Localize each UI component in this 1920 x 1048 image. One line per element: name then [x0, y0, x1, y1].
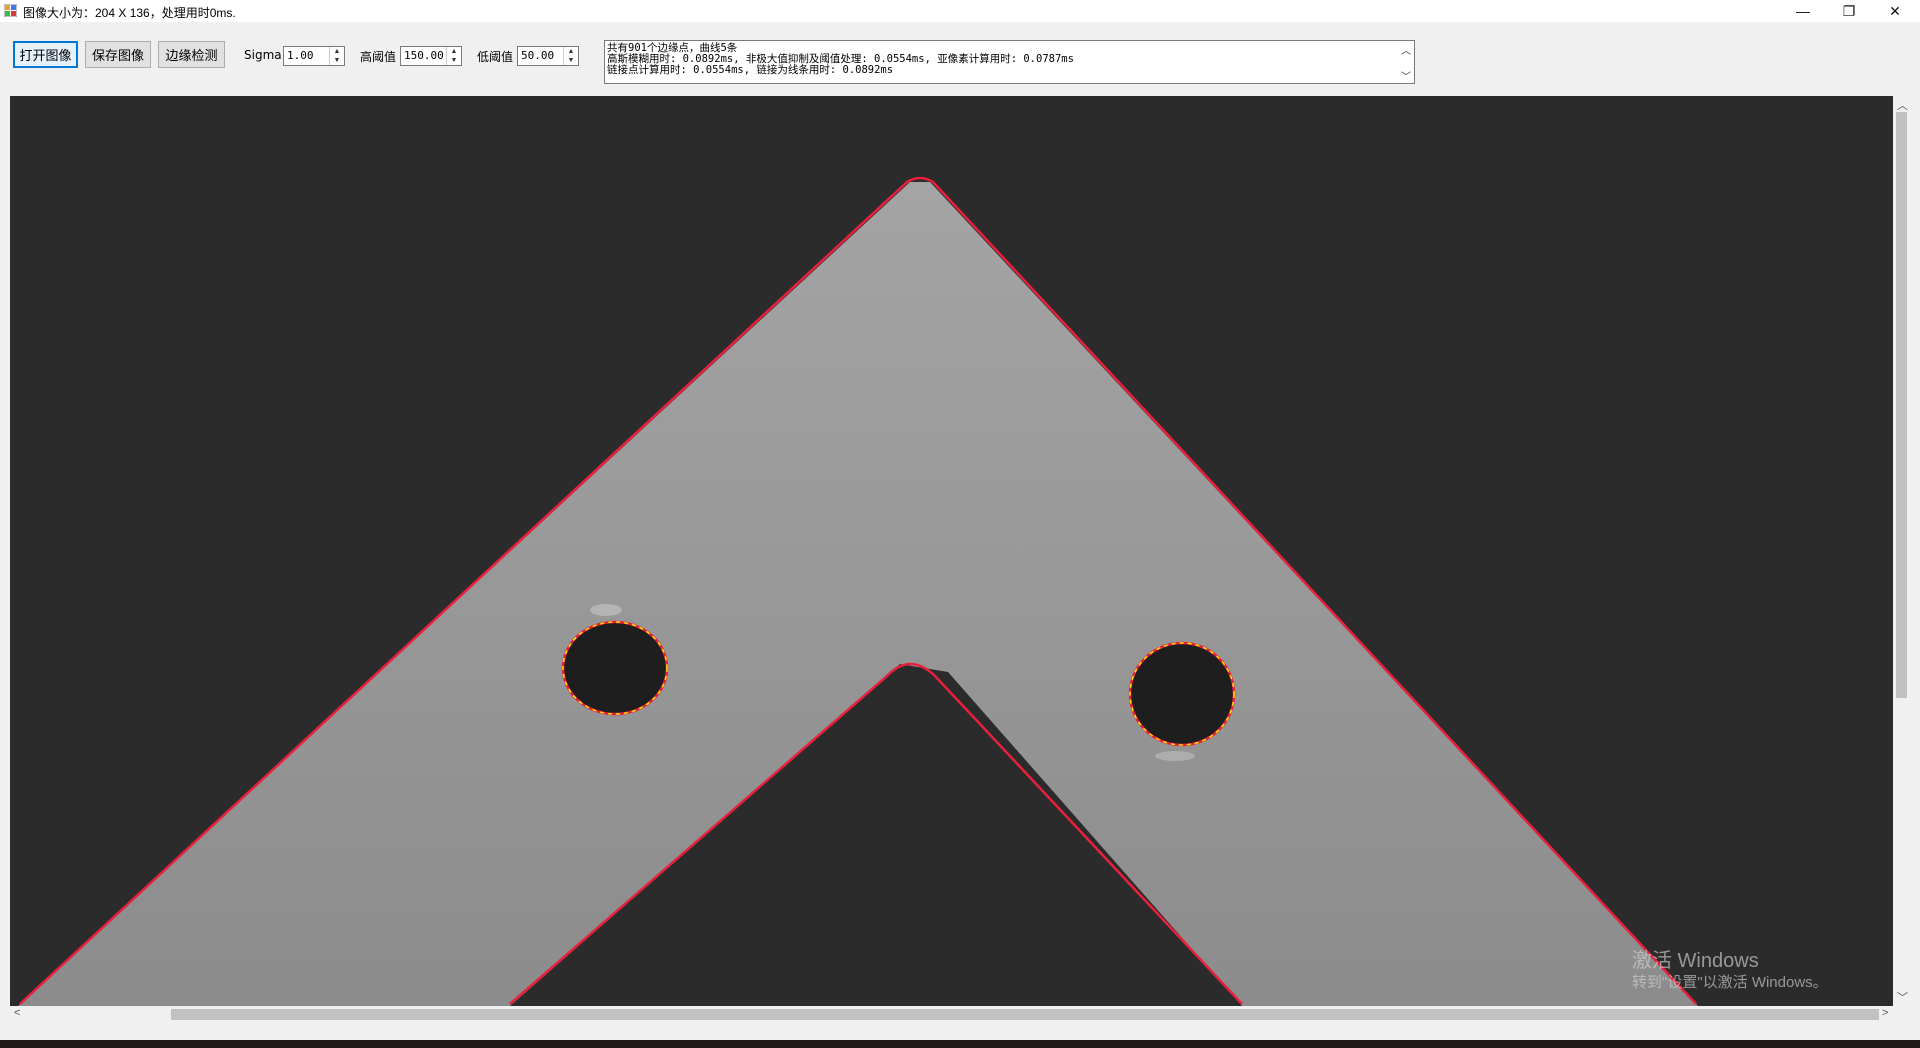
- high-threshold-value: 150.00: [404, 49, 444, 62]
- save-image-button[interactable]: 保存图像: [85, 41, 151, 68]
- high-threshold-stepper-arrows[interactable]: ▲ ▼: [446, 47, 461, 65]
- image-canvas[interactable]: [10, 96, 1893, 1006]
- scroll-right-icon[interactable]: >: [1882, 1007, 1888, 1019]
- vertical-scroll-thumb[interactable]: [1896, 112, 1907, 698]
- scroll-up-icon[interactable]: ︿: [1897, 97, 1908, 113]
- title-bar: 图像大小为：204 X 136，处理用时0ms. — ❐ ✕: [0, 0, 1920, 22]
- restore-icon: ❐: [1842, 2, 1856, 19]
- sigma-stepper[interactable]: 1.00 ▲ ▼: [283, 46, 345, 66]
- activation-watermark-subtitle: 转到"设置"以激活 Windows。: [1632, 974, 1828, 991]
- highlight: [590, 604, 622, 616]
- sigma-value: 1.00: [287, 49, 314, 62]
- down-arrow-icon[interactable]: ▼: [564, 56, 578, 65]
- horizontal-scroll-thumb[interactable]: [171, 1009, 1879, 1020]
- app-icon: [4, 4, 17, 17]
- scroll-up-icon[interactable]: ︿: [1401, 42, 1411, 57]
- highlight: [1155, 751, 1195, 761]
- vertical-scrollbar[interactable]: ︿ ﹀: [1893, 96, 1910, 1006]
- low-threshold-value: 50.00: [521, 49, 555, 62]
- high-threshold-label: 高阈值: [360, 50, 397, 64]
- edge-detection-image: [10, 96, 1893, 1006]
- log-line-3: 链接点计算用时: 0.0554ms, 链接为线条用时: 0.0892ms: [607, 64, 894, 76]
- scroll-down-icon[interactable]: ﹀: [1897, 989, 1908, 1005]
- up-arrow-icon[interactable]: ▲: [564, 47, 578, 56]
- scroll-down-icon[interactable]: ﹀: [1401, 68, 1411, 83]
- low-threshold-label: 低阈值: [477, 50, 514, 64]
- activation-watermark-title: 激活 Windows: [1632, 950, 1759, 972]
- low-threshold-stepper[interactable]: 50.00 ▲ ▼: [517, 46, 579, 66]
- log-scrollbar[interactable]: ︿ ﹀: [1398, 41, 1414, 83]
- down-arrow-icon[interactable]: ▼: [447, 56, 461, 65]
- up-arrow-icon[interactable]: ▲: [330, 47, 344, 56]
- open-image-button[interactable]: 打开图像: [13, 41, 78, 68]
- edge-detect-button[interactable]: 边缘检测: [158, 41, 225, 68]
- horizontal-scrollbar[interactable]: < >: [10, 1006, 1893, 1023]
- taskbar: [0, 1040, 1920, 1048]
- close-icon: ✕: [1889, 2, 1901, 19]
- log-textbox[interactable]: 共有901个边缘点，曲线5条 高斯模糊用时: 0.0892ms, 非极大值抑制及…: [604, 40, 1415, 84]
- down-arrow-icon[interactable]: ▼: [330, 56, 344, 65]
- restore-button[interactable]: ❐: [1826, 0, 1872, 22]
- up-arrow-icon[interactable]: ▲: [447, 47, 461, 56]
- sigma-stepper-arrows[interactable]: ▲ ▼: [329, 47, 344, 65]
- window-title: 图像大小为：204 X 136，处理用时0ms.: [23, 6, 236, 20]
- scroll-left-icon[interactable]: <: [14, 1007, 20, 1019]
- low-threshold-stepper-arrows[interactable]: ▲ ▼: [563, 47, 578, 65]
- minimize-icon: —: [1796, 3, 1810, 19]
- high-threshold-stepper[interactable]: 150.00 ▲ ▼: [400, 46, 462, 66]
- minimize-button[interactable]: —: [1780, 0, 1826, 22]
- sigma-label: Sigma: [244, 48, 282, 62]
- close-button[interactable]: ✕: [1872, 0, 1918, 22]
